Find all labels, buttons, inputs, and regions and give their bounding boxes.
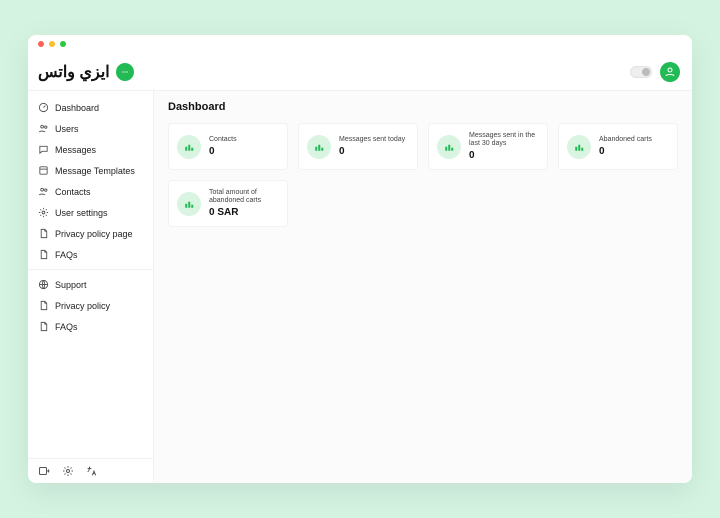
card-messages-30d: Messages sent in the last 30 days 0 [428, 123, 548, 170]
file-icon [38, 300, 49, 311]
gauge-icon [38, 102, 49, 113]
chart-bar-icon [177, 135, 201, 159]
users-icon [38, 186, 49, 197]
card-contacts: Contacts 0 [168, 123, 288, 170]
window-zoom-icon[interactable] [60, 41, 66, 47]
users-icon [38, 123, 49, 134]
sidebar-item-label: Privacy policy [55, 301, 110, 311]
message-icon [38, 144, 49, 155]
card-value: 0 [339, 146, 405, 157]
sidebar-item-label: Dashboard [55, 103, 99, 113]
card-label: Messages sent today [339, 136, 405, 144]
chart-bar-icon [567, 135, 591, 159]
card-value: 0 SAR [209, 207, 279, 218]
window-titlebar [28, 35, 692, 53]
sidebar-item-message-templates[interactable]: Message Templates [28, 160, 153, 181]
card-text: Messages sent in the last 30 days 0 [469, 132, 539, 161]
sidebar-item-messages[interactable]: Messages [28, 139, 153, 160]
brand[interactable]: ايزي واتس [38, 62, 134, 82]
file-icon [38, 249, 49, 260]
globe-icon [38, 279, 49, 290]
chart-bar-icon [437, 135, 461, 159]
sidebar-toolbar [28, 458, 153, 483]
card-abandoned-carts: Abandoned carts 0 [558, 123, 678, 170]
card-value: 0 [599, 146, 652, 157]
stats-cards: Contacts 0 Messages sent today 0 [168, 123, 678, 227]
card-text: Abandoned carts 0 [599, 136, 652, 157]
sidebar-item-privacy-policy-page[interactable]: Privacy policy page [28, 223, 153, 244]
app-body: Dashboard Users Messages Message Templat… [28, 91, 692, 483]
card-text: Messages sent today 0 [339, 136, 405, 157]
sidebar-item-faqs[interactable]: FAQs [28, 244, 153, 265]
chart-bar-icon [307, 135, 331, 159]
file-icon [38, 321, 49, 332]
sidebar-item-label: Privacy policy page [55, 229, 133, 239]
theme-toggle[interactable] [630, 66, 652, 78]
sidebar-item-users[interactable]: Users [28, 118, 153, 139]
main-content: Dashboard Contacts 0 Messages sent today [154, 91, 692, 483]
topbar: ايزي واتس [28, 53, 692, 91]
sidebar-item-contacts[interactable]: Contacts [28, 181, 153, 202]
template-icon [38, 165, 49, 176]
sidebar-item-privacy-policy[interactable]: Privacy policy [28, 295, 153, 316]
gear-icon [38, 207, 49, 218]
card-label: Abandoned carts [599, 136, 652, 144]
page-title: Dashboard [168, 101, 678, 113]
sidebar-item-label: FAQs [55, 250, 78, 260]
file-icon [38, 228, 49, 239]
sidebar-item-support[interactable]: Support [28, 274, 153, 295]
sidebar-item-label: Support [55, 280, 87, 290]
sidebar-item-label: Messages [55, 145, 96, 155]
card-label: Contacts [209, 136, 237, 144]
collapse-icon[interactable] [38, 465, 50, 477]
sidebar-divider [28, 269, 153, 270]
window-minimize-icon[interactable] [49, 41, 55, 47]
sidebar-nav-main: Dashboard Users Messages Message Templat… [28, 97, 153, 337]
user-avatar[interactable] [660, 62, 680, 82]
window-close-icon[interactable] [38, 41, 44, 47]
card-abandoned-carts-total: Total amount of abandoned carts 0 SAR [168, 180, 288, 227]
card-label: Total amount of abandoned carts [209, 189, 279, 205]
app-root: ايزي واتس Dashboard [28, 53, 692, 483]
sidebar-item-label: FAQs [55, 322, 78, 332]
gear-icon[interactable] [62, 465, 74, 477]
card-messages-today: Messages sent today 0 [298, 123, 418, 170]
brand-text: ايزي واتس [38, 62, 110, 82]
card-label: Messages sent in the last 30 days [469, 132, 539, 148]
card-value: 0 [209, 146, 237, 157]
sidebar-item-label: Message Templates [55, 166, 135, 176]
card-text: Total amount of abandoned carts 0 SAR [209, 189, 279, 218]
sidebar-item-user-settings[interactable]: User settings [28, 202, 153, 223]
sidebar-item-dashboard[interactable]: Dashboard [28, 97, 153, 118]
language-icon[interactable] [86, 465, 98, 477]
chart-bar-icon [177, 192, 201, 216]
sidebar-item-label: User settings [55, 208, 108, 218]
sidebar: Dashboard Users Messages Message Templat… [28, 91, 154, 483]
card-text: Contacts 0 [209, 136, 237, 157]
sidebar-item-label: Users [55, 124, 79, 134]
sidebar-item-label: Contacts [55, 187, 91, 197]
brand-logo-icon [116, 63, 134, 81]
sidebar-item-faqs-support[interactable]: FAQs [28, 316, 153, 337]
card-value: 0 [469, 150, 539, 161]
app-window: ايزي واتس Dashboard [28, 35, 692, 483]
topbar-right [630, 62, 680, 82]
